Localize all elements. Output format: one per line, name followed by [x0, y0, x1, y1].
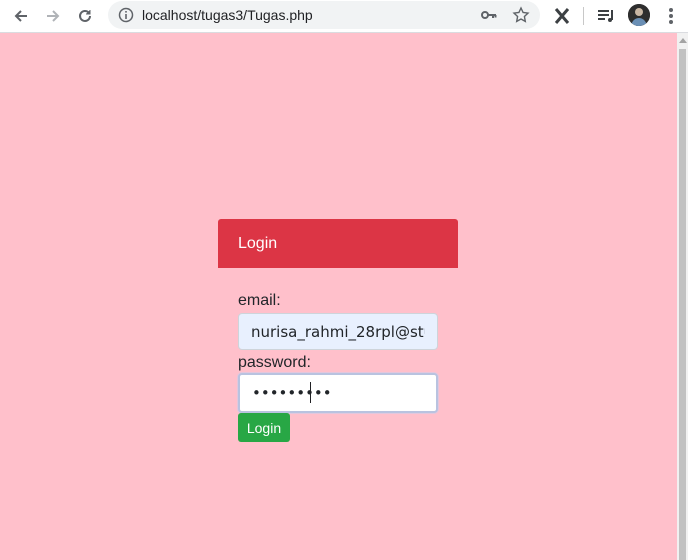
star-icon[interactable]	[512, 6, 530, 24]
x-extension-icon[interactable]	[550, 4, 574, 28]
forward-arrow-icon[interactable]	[40, 3, 66, 29]
login-card-header: Login	[218, 219, 458, 268]
login-button[interactable]: Login	[238, 413, 290, 442]
kebab-menu-icon[interactable]	[659, 4, 683, 28]
email-label: email:	[238, 292, 281, 309]
password-input[interactable]	[238, 373, 438, 413]
info-icon[interactable]	[118, 7, 134, 23]
password-label: password:	[238, 354, 311, 371]
text-cursor	[310, 382, 311, 403]
email-input[interactable]	[238, 313, 438, 350]
address-bar[interactable]: localhost/tugas3/Tugas.php	[108, 1, 540, 29]
url-text[interactable]: localhost/tugas3/Tugas.php	[142, 1, 313, 29]
scroll-up-arrow-icon[interactable]	[677, 33, 688, 47]
vertical-scrollbar[interactable]	[677, 33, 688, 560]
back-arrow-icon[interactable]	[8, 3, 34, 29]
profile-avatar[interactable]	[628, 4, 650, 26]
browser-toolbar: localhost/tugas3/Tugas.php	[0, 0, 688, 33]
scrollbar-thumb[interactable]	[679, 49, 686, 560]
reload-icon[interactable]	[72, 3, 98, 29]
key-icon[interactable]	[480, 6, 498, 24]
toolbar-separator	[583, 7, 584, 25]
media-queue-icon[interactable]	[594, 4, 618, 28]
